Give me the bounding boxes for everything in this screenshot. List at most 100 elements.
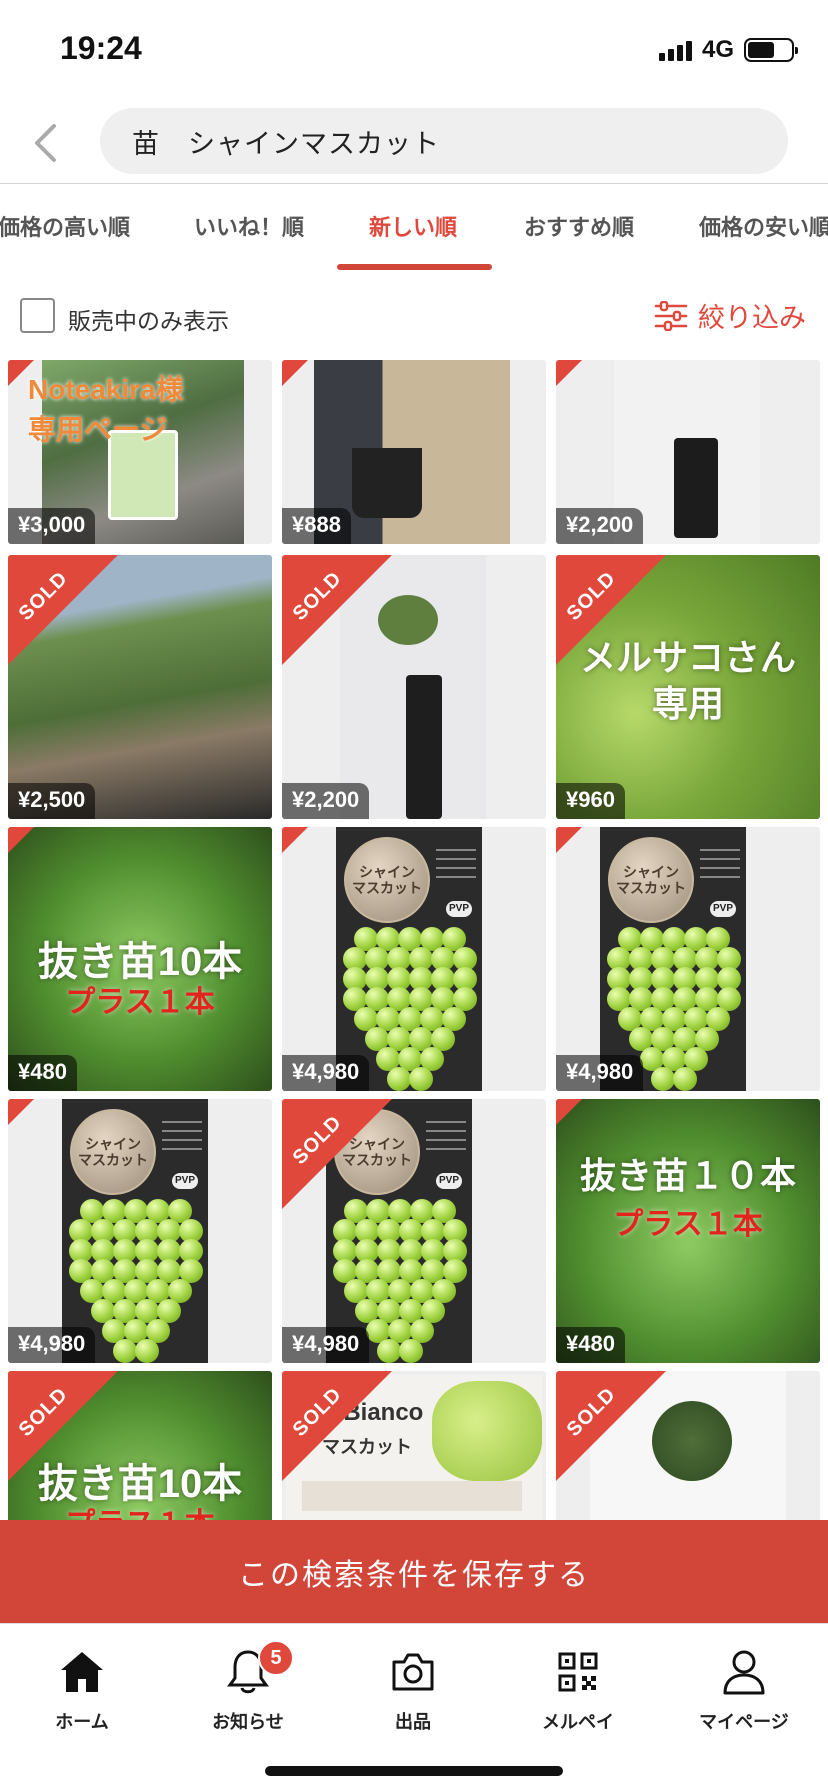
sort-tabs: 価格の高い順 いいね！順 新しい順 おすすめ順 価格の安い順 — [0, 184, 828, 272]
nav-merpay-label: メルペイ — [542, 1712, 614, 1732]
sold-ribbon: SOLD — [556, 555, 666, 665]
pvp-badge: PVP — [710, 901, 736, 917]
listing-corner-marker — [556, 827, 666, 937]
listing-corner-marker — [556, 360, 666, 470]
grape-berry — [113, 1339, 137, 1363]
listing-corner-marker — [556, 1099, 666, 1209]
grape-berry — [409, 1067, 433, 1091]
sold-ribbon: SOLD — [282, 555, 392, 665]
nav-notifications[interactable]: 5 お知らせ — [178, 1640, 318, 1734]
tab-price-low[interactable]: 価格の安い順 — [699, 210, 828, 242]
listing-item[interactable]: シャイン マスカット PVP ¥4,980 — [282, 827, 546, 1091]
listing-corner-marker — [282, 360, 392, 470]
pvp-badge: PVP — [436, 1173, 462, 1189]
listing-item[interactable]: シャイン マスカット PVP ¥4,980 — [8, 1099, 272, 1363]
grape-label-lines — [436, 849, 476, 885]
listing-price: ¥4,980 — [8, 1327, 96, 1363]
plant-bag — [406, 675, 442, 819]
listing-item[interactable]: ¥2,200 — [556, 360, 820, 544]
pvp-badge: PVP — [172, 1173, 198, 1189]
nav-merpay[interactable]: メルペイ — [508, 1644, 648, 1734]
grape-berry — [377, 1339, 401, 1363]
network-type: 4G — [701, 36, 734, 63]
listing-item[interactable]: ¥888 — [282, 360, 546, 544]
nav-notifications-label: お知らせ — [212, 1712, 284, 1732]
sliders-icon — [654, 300, 688, 331]
search-input[interactable]: 苗 シャインマスカット — [100, 108, 788, 174]
sold-ribbon: SOLD — [8, 555, 118, 665]
grape-berry — [135, 1339, 159, 1363]
camera-icon — [392, 1653, 434, 1691]
listing-grid: Noteakira様 専用ページ ¥3,000 ¥888 ¥2,200 ¥2,5… — [0, 360, 828, 1520]
grape-label-lines — [700, 849, 740, 885]
listing-price: ¥4,980 — [556, 1055, 644, 1091]
tray — [302, 1481, 522, 1511]
listing-price: ¥960 — [556, 783, 625, 819]
save-search-button[interactable]: この検索条件を保存する — [0, 1520, 828, 1623]
active-tab-indicator — [337, 264, 492, 270]
listing-corner-marker — [282, 827, 392, 937]
status-bar: 19:24 4G — [0, 0, 828, 100]
tab-newest[interactable]: 新しい順 — [369, 210, 457, 242]
grape-label-lines — [162, 1121, 202, 1157]
sold-ribbon: SOLD — [556, 1371, 666, 1481]
nav-home-label: ホーム — [55, 1712, 109, 1732]
on-sale-only-label: 販売中のみ表示 — [68, 308, 229, 334]
listing-item[interactable]: メルサコさん 専用 ¥960 SOLD — [556, 555, 820, 819]
listing-price: ¥2,500 — [8, 783, 96, 819]
on-sale-only-checkbox[interactable] — [20, 298, 55, 333]
listing-price: ¥480 — [8, 1055, 77, 1091]
listing-item[interactable]: SOLD — [556, 1371, 820, 1520]
tab-recommended[interactable]: おすすめ順 — [524, 210, 634, 242]
nav-mypage-label: マイページ — [699, 1712, 789, 1732]
listing-overlay-subtext: プラス１本 — [8, 1499, 272, 1520]
grape-label-lines — [426, 1121, 466, 1157]
listing-corner-marker — [8, 360, 118, 470]
listing-corner-marker — [8, 1099, 118, 1209]
signal-icon — [658, 39, 692, 61]
listing-item[interactable]: 抜き苗10本 プラス１本 ¥480 — [8, 827, 272, 1091]
nav-home[interactable]: ホーム — [12, 1644, 152, 1734]
listing-item[interactable]: o Bianco マスカット SOLD — [282, 1371, 546, 1520]
listing-price: ¥2,200 — [556, 508, 644, 544]
listing-overlay-subtext: プラス１本 — [65, 986, 215, 1019]
qr-code-icon — [558, 1652, 598, 1692]
refine-button[interactable]: 絞り込み — [654, 296, 806, 335]
sold-ribbon: SOLD — [8, 1371, 118, 1481]
person-icon — [723, 1650, 765, 1695]
plant-bag — [674, 438, 718, 538]
listing-item[interactable]: シャイン マスカット PVP ¥4,980 SOLD — [282, 1099, 546, 1363]
tab-likes[interactable]: いいね！順 — [194, 210, 304, 242]
grape-bunch — [432, 1381, 542, 1481]
listing-price: ¥4,980 — [282, 1055, 370, 1091]
status-indicators: 4G — [658, 36, 798, 64]
listing-item[interactable]: Noteakira様 専用ページ ¥3,000 — [8, 360, 272, 544]
nav-mypage[interactable]: マイページ — [674, 1644, 814, 1734]
back-button[interactable] — [20, 118, 70, 168]
grape-berry — [651, 1067, 675, 1091]
listing-price: ¥2,200 — [282, 783, 370, 819]
notification-badge: 5 — [258, 1640, 294, 1676]
grape-berry — [387, 1067, 411, 1091]
search-query: 苗 シャインマスカット — [132, 128, 440, 159]
listing-item[interactable]: ¥2,500 SOLD — [8, 555, 272, 819]
chevron-left-icon — [35, 124, 56, 162]
listing-item[interactable]: 抜き苗10本 プラス１本 SOLD — [8, 1371, 272, 1520]
nav-sell[interactable]: 出品 — [343, 1644, 483, 1734]
refine-label: 絞り込み — [698, 303, 806, 333]
battery-icon — [744, 38, 798, 62]
sold-ribbon: SOLD — [282, 1371, 392, 1481]
listing-price: ¥4,980 — [282, 1327, 370, 1363]
listing-corner-marker — [8, 827, 118, 937]
home-icon — [61, 1652, 103, 1692]
search-header: 苗 シャインマスカット — [0, 104, 828, 184]
listing-price: ¥888 — [282, 508, 351, 544]
grape-berry — [399, 1339, 423, 1363]
listing-price: ¥3,000 — [8, 508, 96, 544]
listing-item[interactable]: 抜き苗１０本 プラス１本 ¥480 — [556, 1099, 820, 1363]
tab-price-high[interactable]: 価格の高い順 — [0, 210, 130, 242]
listing-item[interactable]: シャイン マスカット PVP ¥4,980 — [556, 827, 820, 1091]
listing-item[interactable]: ¥2,200 SOLD — [282, 555, 546, 819]
home-indicator — [265, 1766, 563, 1776]
filter-row: 販売中のみ表示 絞り込み — [0, 272, 828, 360]
